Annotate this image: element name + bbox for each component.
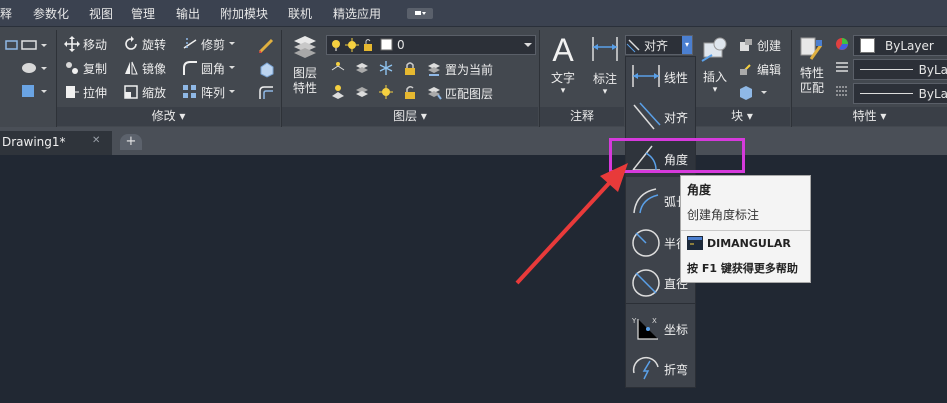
annotation-arrow xyxy=(515,163,628,285)
